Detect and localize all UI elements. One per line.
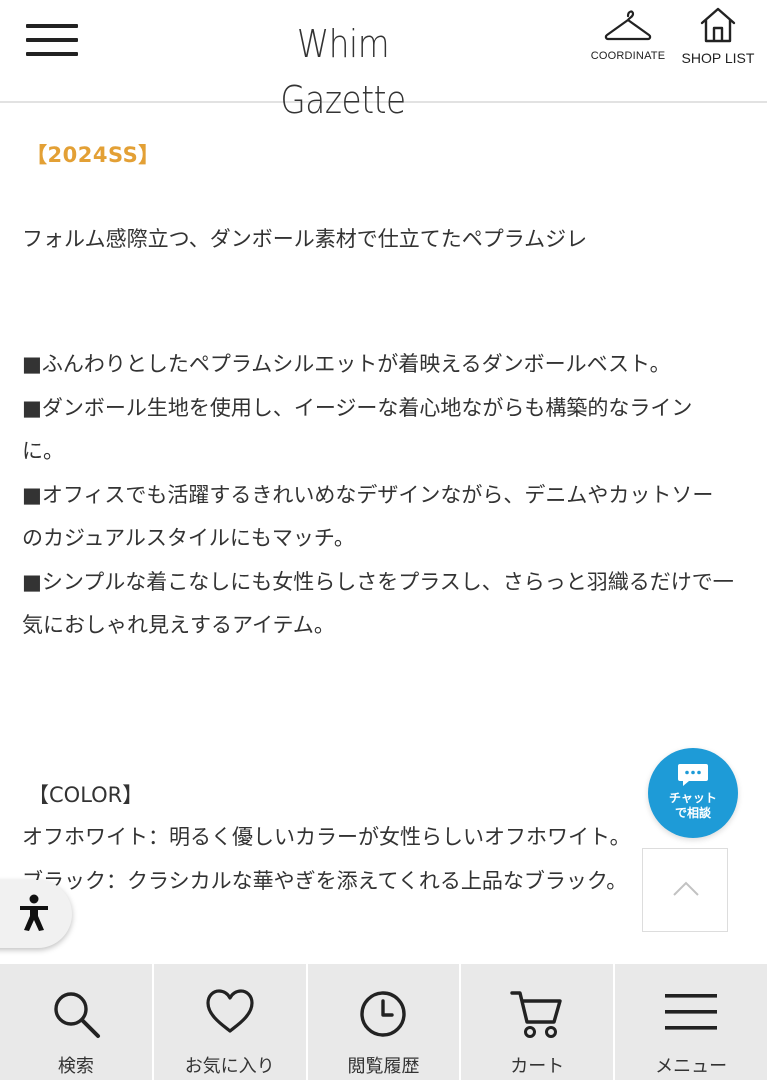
hamburger-menu-icon[interactable] (26, 22, 78, 58)
accessibility-button[interactable] (0, 880, 72, 948)
accessibility-person-icon (20, 894, 48, 931)
search-icon (54, 992, 100, 1038)
coordinate-button[interactable]: COORDINATE (588, 6, 668, 76)
heart-icon (206, 989, 254, 1033)
nav-search[interactable]: 検索 (0, 964, 154, 1080)
chat-label-line1: チャット (669, 791, 717, 805)
page: Whim Gazette COORDINATE SHOP LIST 【2024S… (0, 0, 767, 1080)
site-logo[interactable]: Whim Gazette (253, 16, 434, 122)
nav-history[interactable]: 閲覧履歴 (308, 964, 462, 1080)
color-description: ブラック：クラシカルな華やぎを添えてくれる上品なブラック。 (22, 869, 628, 893)
nav-menu-label: メニュー (655, 1056, 728, 1077)
feature-item: ■ダンボール生地を使用し、イージーな着心地ながらも構築的なラインに。 (22, 395, 693, 464)
clock-icon (360, 991, 407, 1037)
house-icon (700, 7, 736, 43)
menu-icon (665, 994, 718, 1030)
nav-menu[interactable]: メニュー (615, 964, 767, 1080)
lead-text: フォルム感際立つ、ダンボール素材で仕立てたペプラムジレ (22, 227, 588, 251)
color-description: オフホワイト：明るく優しいカラーが女性らしいオフホワイト。 (22, 825, 631, 849)
site-header: Whim Gazette COORDINATE SHOP LIST (0, 0, 767, 122)
nav-history-label: 閲覧履歴 (347, 1056, 420, 1077)
hanger-icon (604, 10, 652, 41)
bottom-navigation: 検索 お気に入り 閲覧履歴 カート メニュー (0, 964, 767, 1080)
shop-list-label: SHOP LIST (681, 50, 755, 66)
color-heading: 【COLOR】 (28, 783, 144, 807)
season-tag: 【2024SS】 (26, 143, 160, 167)
chevron-up-icon (673, 881, 699, 896)
nav-favorites[interactable]: お気に入り (154, 964, 308, 1080)
chat-consult-button[interactable]: チャット で相談 (648, 748, 738, 838)
nav-cart[interactable]: カート (461, 964, 616, 1080)
nav-favorites-label: お気に入り (184, 1056, 275, 1077)
feature-item: ■オフィスでも活躍するきれいめなデザインながら、デニムやカットソーのカジュアルス… (22, 482, 714, 551)
scroll-to-top-button[interactable] (642, 848, 728, 932)
nav-cart-label: カート (510, 1056, 565, 1077)
shop-list-button[interactable]: SHOP LIST (676, 6, 760, 76)
nav-search-label: 検索 (57, 1056, 94, 1077)
coordinate-label: COORDINATE (590, 50, 666, 62)
feature-item: ■ふんわりとしたペプラムシルエットが着映えるダンボールベスト。 (22, 352, 671, 376)
chat-label-line2: で相談 (674, 806, 711, 820)
feature-list: ■ふんわりとしたペプラムシルエットが着映えるダンボールベスト。 ■ダンボール生地… (22, 343, 734, 648)
cart-icon (510, 991, 562, 1038)
chat-bubble-icon (678, 764, 708, 786)
feature-item: ■シンプルな着こなしにも女性らしさをプラスし、さらっと羽織るだけで一気におしゃれ… (22, 569, 734, 638)
